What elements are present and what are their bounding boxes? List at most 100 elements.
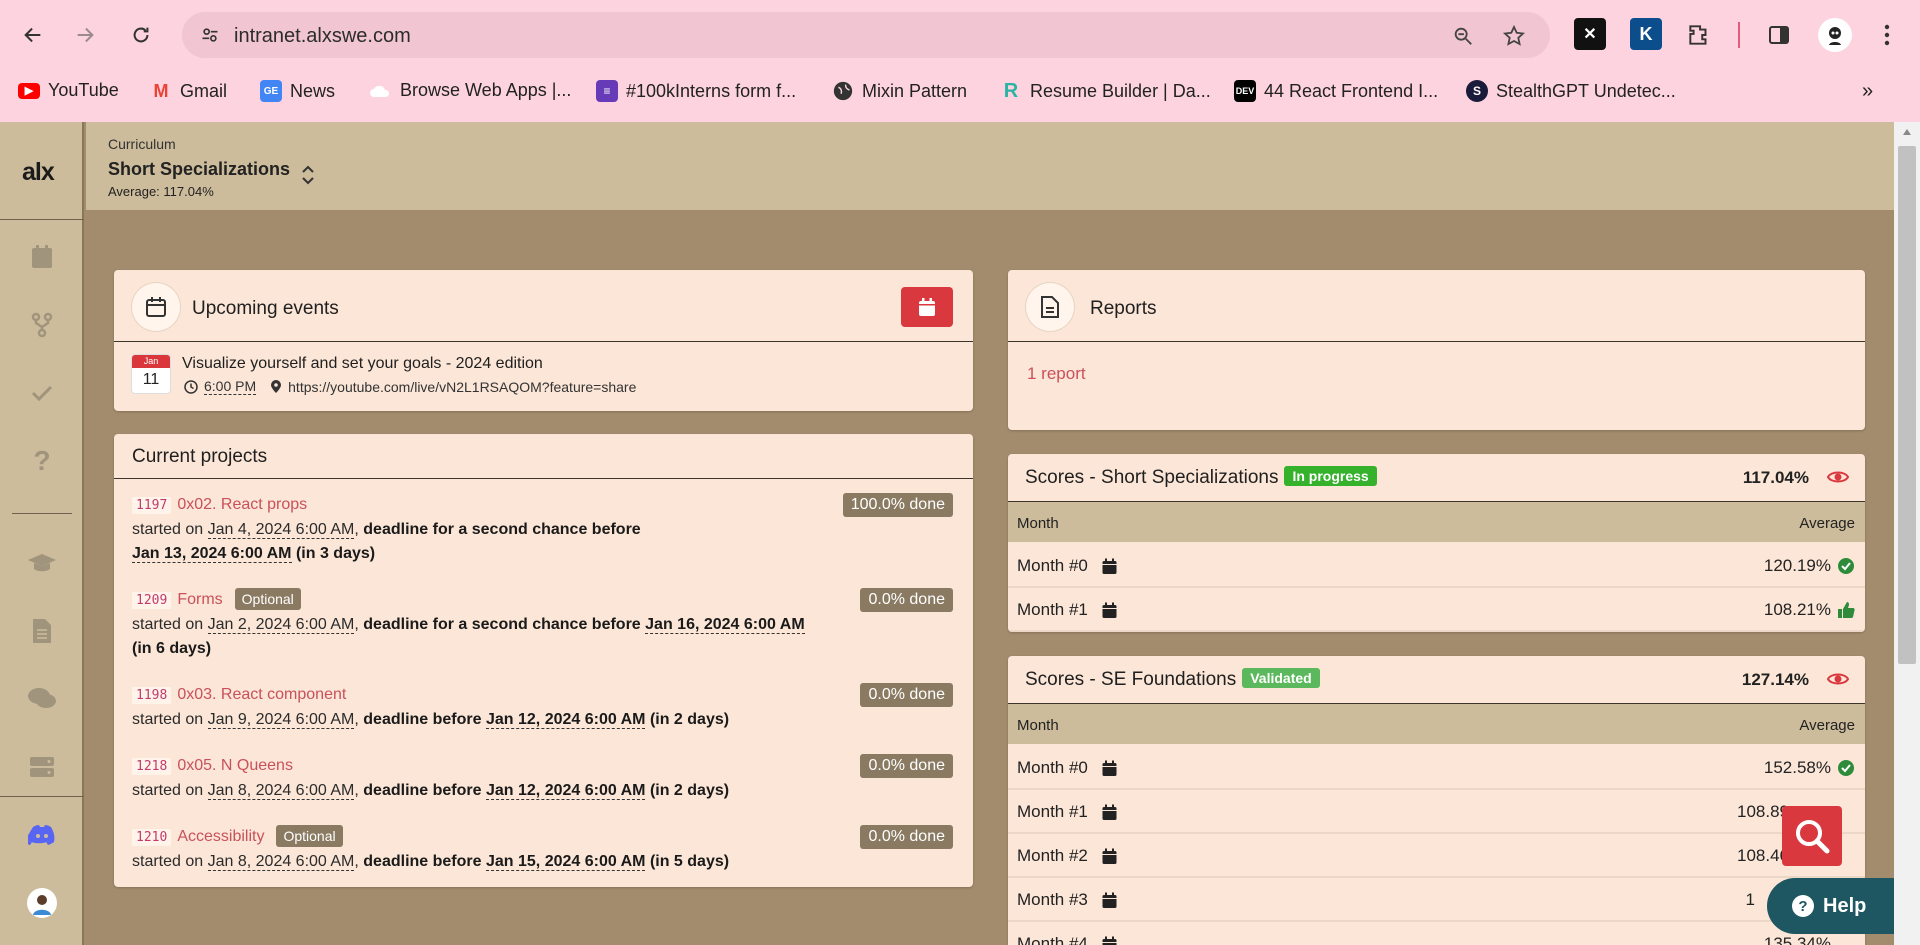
user-avatar[interactable] [27,888,57,918]
table-row: Month #2 108.46 [1008,834,1865,878]
page-scrollbar[interactable] [1894,122,1920,945]
cloud-icon [370,85,390,97]
calendar-export-button[interactable] [901,287,953,327]
bookmark-label: StealthGPT Undetec... [1496,80,1676,101]
check-circle-icon [1838,760,1854,776]
bookmark-stealthgpt[interactable]: S StealthGPT Undetec... [1466,80,1676,102]
more-bookmarks-chevron-icon[interactable]: » [1862,80,1873,103]
reload-icon [133,27,149,43]
git-fork-icon [31,312,53,338]
table-row: Month #1 108.21% [1008,588,1865,632]
zoom-icon[interactable] [1452,25,1474,47]
bookmarks-bar: ▶ YouTube M Gmail GE News Browse Web App… [0,74,1920,108]
event-location[interactable]: https://youtube.com/live/vN2L1RSAQOM?fea… [288,379,636,395]
bookmark-label: News [290,80,336,101]
panel-divider [114,341,973,342]
search-icon [1796,820,1830,854]
eye-icon[interactable] [1827,468,1849,486]
reload-button[interactable] [126,20,156,50]
table-row: Month #1 108.89 [1008,790,1865,834]
project-link[interactable]: Accessibility [177,828,264,845]
project-item: 1198 0x03. React component started on Jan… [132,683,962,732]
extension-x-icon[interactable]: ✕ [1574,18,1606,50]
bookmark-youtube[interactable]: ▶ YouTube [18,80,119,101]
project-header: 1210 Accessibility Optional [132,825,962,850]
sidebar-item-planning[interactable] [27,242,57,272]
bookmark-news[interactable]: GE News [260,80,335,102]
project-id: 1210 [132,829,172,846]
current-projects-title: Current projects [132,446,268,467]
project-link[interactable]: Forms [177,591,222,608]
calendar-icon[interactable] [1102,936,1117,945]
project-link[interactable]: 0x02. React props [177,496,307,513]
eye-icon[interactable] [1827,670,1849,688]
browser-menu-icon[interactable] [1872,20,1902,50]
event-title[interactable]: Visualize yourself and set your goals - … [182,355,543,373]
project-header: 1198 0x03. React component [132,683,962,708]
calendar-icon[interactable] [1102,892,1117,909]
address-bar[interactable]: intranet.alxswe.com [182,12,1550,58]
project-dates: started on Jan 9, 2024 6:00 AM, deadline… [132,711,730,729]
project-link[interactable]: 0x05. N Queens [177,757,293,774]
month-label: Month #1 [1017,600,1088,619]
sidebar-item-discord[interactable] [27,820,57,850]
sidebar-item-projects[interactable] [27,310,57,340]
bookmark-react-frontend[interactable]: DEV 44 React Frontend I... [1234,80,1438,102]
month-label: Month #0 [1017,556,1088,575]
time-remaining: (in 6 days) [132,640,212,657]
scrollbar-thumb[interactable] [1898,146,1916,664]
help-button[interactable]: ? Help [1767,878,1894,934]
bookmark-100kinterns-form[interactable]: ≡ #100kInterns form f... [596,80,796,102]
profile-avatar[interactable] [1818,18,1852,52]
project-header: 1197 0x02. React props [132,493,962,518]
month-average: 152.58% [1763,758,1831,777]
location-pin-icon [271,379,282,393]
sidebar-item-documents[interactable] [27,616,57,646]
score-value: 117.04% [1742,468,1809,487]
bookmark-resume-builder[interactable]: R Resume Builder | Da... [1000,80,1211,102]
url-text: intranet.alxswe.com [234,25,411,47]
curriculum-switch-chevron-icon[interactable] [300,162,316,193]
search-button[interactable] [1782,806,1842,866]
bookmark-label: Browse Web Apps |... [400,80,572,100]
site-settings-icon[interactable] [200,25,220,45]
bookmark-gmail[interactable]: M Gmail [150,80,228,102]
file-icon [33,619,51,643]
sidebar-item-reviews[interactable] [27,378,57,408]
sidebar-item-discussions[interactable] [27,684,57,714]
calendar-icon[interactable] [1102,760,1117,777]
extension-k-icon[interactable]: K [1630,18,1662,50]
globe-icon [833,81,853,101]
event-date-badge: Jan 11 [132,355,170,393]
progress-badge: 0.0% done [860,683,953,707]
clock-icon [184,379,198,394]
project-id: 1218 [132,758,172,775]
bookmark-mixin-pattern[interactable]: Mixin Pattern [832,80,967,102]
calendar-outline-icon [132,283,180,331]
project-link[interactable]: 0x03. React component [177,686,346,703]
alx-logo[interactable]: alx [22,158,55,187]
scores-header: Scores - SE Foundations Validated 127.14% [1008,656,1865,704]
server-icon [30,757,54,777]
bookmark-browse-web-apps[interactable]: Browse Web Apps |... [368,80,571,101]
upcoming-events-panel: Upcoming events Jan 11 Visualize yoursel… [114,270,973,411]
project-item: 1209 Forms Optional started on Jan 2, 2024… [132,588,962,661]
sidebar-item-curriculum[interactable] [27,548,57,578]
curriculum-name[interactable]: Short Specializations [108,159,290,180]
forward-button[interactable] [70,20,100,50]
project-id: 1198 [132,687,172,704]
sidebar-item-help[interactable]: ? [27,445,57,476]
back-button[interactable] [18,20,48,50]
sidebar-item-servers[interactable] [27,752,57,782]
time-remaining: (in 5 days) [649,853,730,870]
calendar-icon[interactable] [1102,804,1117,821]
calendar-icon[interactable] [1102,558,1117,575]
calendar-icon[interactable] [1102,848,1117,865]
side-panel-icon[interactable] [1764,20,1794,50]
scroll-up-arrow-icon[interactable] [1902,128,1912,136]
reports-link[interactable]: 1 report [1027,364,1086,384]
extensions-puzzle-icon[interactable] [1684,20,1714,50]
col-average: Average [1799,717,1855,734]
star-icon[interactable] [1502,24,1526,48]
calendar-icon[interactable] [1102,602,1117,619]
